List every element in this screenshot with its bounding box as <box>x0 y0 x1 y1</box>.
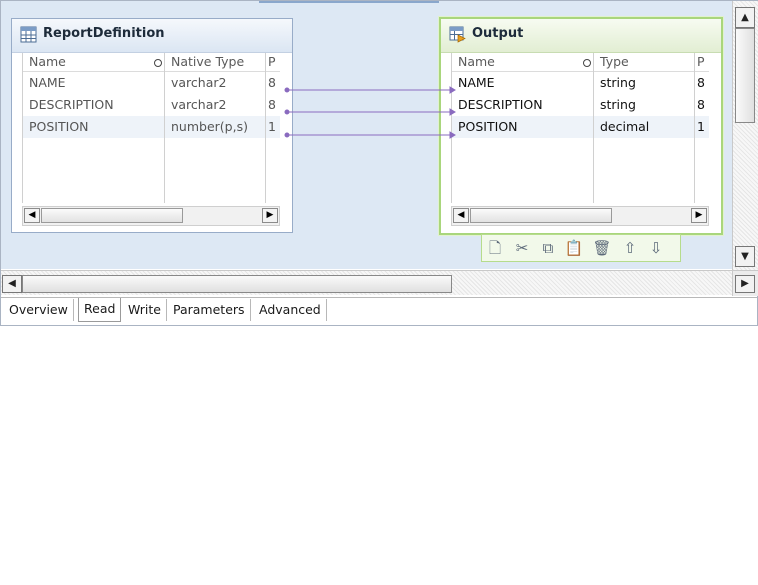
copy-icon[interactable]: ⧉ <box>538 238 558 258</box>
delete-icon[interactable]: 🗑 <box>592 238 612 258</box>
mapping-canvas[interactable]: ReportDefinition Name NAME DESCRIPTION P… <box>1 1 732 269</box>
mapping-links <box>284 86 456 139</box>
mapping-editor: ReportDefinition Name NAME DESCRIPTION P… <box>0 0 758 326</box>
scrollbar-corner: ▶ <box>732 270 758 296</box>
canvas-horizontal-scrollbar[interactable]: ◀ <box>1 270 732 295</box>
link-arrow-icon <box>449 131 456 139</box>
field-toolbar: 🗋 ✂ ⧉ 📋 🗑 ⇧ ⇩ <box>481 234 681 262</box>
move-down-icon[interactable]: ⇩ <box>646 238 666 258</box>
cut-icon[interactable]: ✂ <box>512 238 532 258</box>
link-start-dot <box>284 87 290 93</box>
tab-overview[interactable]: Overview <box>4 299 74 321</box>
canvas-vertical-scrollbar[interactable]: ▲ ▼ <box>732 1 758 270</box>
horizontal-scroll-thumb[interactable] <box>22 275 452 293</box>
scroll-left-arrow-icon[interactable]: ◀ <box>2 275 22 293</box>
link-arrow-icon <box>449 108 456 116</box>
tab-write[interactable]: Write <box>123 299 168 321</box>
link-start-dot <box>284 132 290 138</box>
tab-advanced[interactable]: Advanced <box>254 299 327 321</box>
scroll-up-arrow-icon[interactable]: ▲ <box>735 7 755 28</box>
new-field-icon[interactable]: 🗋 <box>485 238 505 258</box>
paste-icon[interactable]: 📋 <box>564 238 584 258</box>
scroll-right-arrow-icon[interactable]: ▶ <box>735 275 755 293</box>
link-arrow-icon <box>449 86 456 94</box>
link-start-dot <box>284 109 290 115</box>
editor-tab-bar: Overview Read Write Parameters Advanced <box>1 297 757 324</box>
scroll-down-arrow-icon[interactable]: ▼ <box>735 246 755 267</box>
tab-read[interactable]: Read <box>78 298 122 322</box>
move-up-icon[interactable]: ⇧ <box>620 238 640 258</box>
vertical-scroll-thumb[interactable] <box>735 28 755 123</box>
tab-parameters[interactable]: Parameters <box>168 299 251 321</box>
